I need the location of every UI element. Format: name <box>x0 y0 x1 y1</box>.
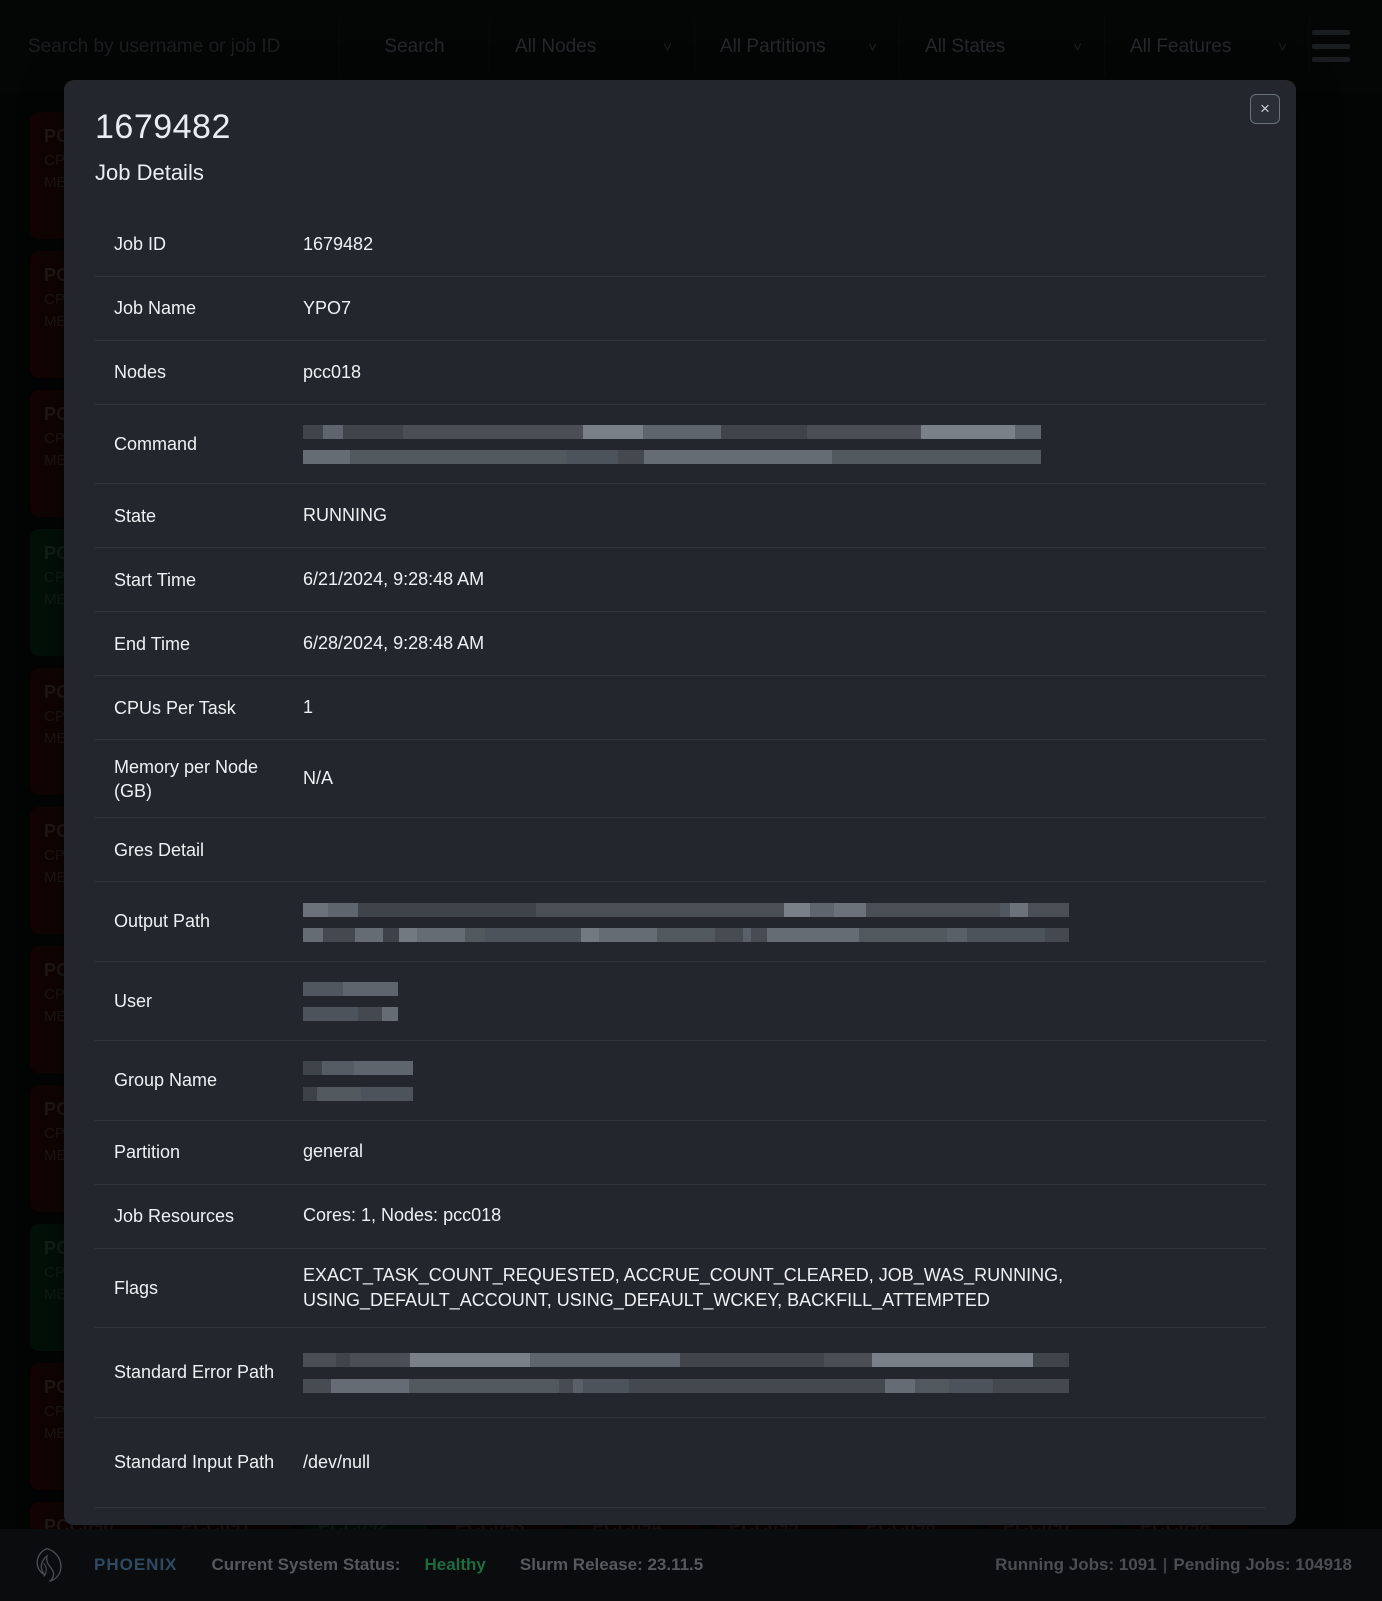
row-value: Cores: 1, Nodes: pcc018 <box>303 1205 502 1226</box>
row-label: Job ID <box>114 234 167 255</box>
footer-running-jobs: Running Jobs: 1091 <box>995 1555 1157 1574</box>
table-row: Command <box>95 405 1265 485</box>
row-label: Group Name <box>114 1070 218 1091</box>
row-label: Standard Input Path <box>114 1452 275 1473</box>
redaction-block <box>303 1347 1255 1397</box>
table-row: Nodes pcc018 <box>95 341 1265 405</box>
row-label: Job Name <box>114 298 197 319</box>
row-label: Start Time <box>114 569 197 590</box>
table-row: Memory per Node (GB) N/A <box>95 740 1265 819</box>
table-row: Flags EXACT_TASK_COUNT_REQUESTED, ACCRUE_… <box>95 1249 1265 1328</box>
table-row: State RUNNING <box>95 484 1265 549</box>
table-row: Standard Input Path/dev/null <box>95 1418 1265 1508</box>
row-value: pcc018 <box>303 361 362 382</box>
row-label: Output Path <box>114 911 211 932</box>
table-row: User <box>95 962 1265 1042</box>
page-title: 1679482 <box>95 108 231 146</box>
modal-subtitle: Job Details <box>95 160 204 185</box>
row-label: State <box>114 505 157 526</box>
job-details-table: Job ID 1679482 Job Name YPO7 Nodes pcc018 Comm… <box>95 213 1265 1508</box>
row-value: RUNNING <box>303 505 387 526</box>
row-value: 6/28/2024, 9:28:48 AM <box>303 633 485 654</box>
row-label: Job Resources <box>114 1205 235 1226</box>
app-root: PCC000CPUMEMPCC001CPUMEMPCC002CPUMEMPCC0… <box>0 0 1382 1601</box>
footer-brand: PHOENIX <box>94 1555 178 1574</box>
row-label: Gres Detail <box>114 839 205 860</box>
status-badge: Healthy <box>424 1555 486 1574</box>
row-value: 1 <box>303 697 314 718</box>
row-value: 6/21/2024, 9:28:48 AM <box>303 569 485 590</box>
row-value: YPO7 <box>303 297 352 318</box>
row-label: Nodes <box>114 362 167 383</box>
row-value: N/A <box>303 768 334 789</box>
row-value-redacted <box>285 1333 1265 1411</box>
row-value <box>285 836 1265 864</box>
row-label: End Time <box>114 633 191 654</box>
row-label: Standard Error Path <box>114 1362 275 1383</box>
row-value-redacted <box>285 1041 1265 1119</box>
table-row: Output Path <box>95 882 1265 962</box>
row-label: User <box>114 990 153 1011</box>
table-row: Gres Detail <box>95 818 1265 883</box>
redaction-block <box>303 976 1255 1026</box>
redaction-block <box>303 896 1255 946</box>
row-label: Flags <box>114 1277 159 1298</box>
table-row: Job ID 1679482 <box>95 213 1265 277</box>
footer-slurm-release: Slurm Release: 23.11.5 <box>519 1555 704 1574</box>
redaction-block <box>303 419 1255 469</box>
table-row: Job Name YPO7 <box>95 277 1265 341</box>
row-value: EXACT_TASK_COUNT_REQUESTED, ACCRUE_COUNT… <box>303 1264 1064 1310</box>
table-row: Group Name <box>95 1041 1265 1121</box>
status-footer: PHOENIX Current System Status: Healthy S… <box>0 1529 1382 1601</box>
row-value: /dev/null <box>303 1451 371 1472</box>
row-value: 1679482 <box>303 233 374 254</box>
table-row: Standard Error Path <box>95 1328 1265 1418</box>
table-row: Job Resources Cores: 1, Nodes: pcc018 <box>95 1185 1265 1249</box>
table-row: End Time 6/28/2024, 9:28:48 AM <box>95 612 1265 677</box>
table-row: Partition general <box>95 1121 1265 1185</box>
job-details-modal: × 1679482 Job Details Job ID 1679482 Job N… <box>64 80 1296 1525</box>
row-value-redacted <box>285 962 1265 1040</box>
row-label: Command <box>114 434 198 455</box>
redaction-block <box>303 1055 1255 1105</box>
row-label: Partition <box>114 1141 181 1162</box>
row-label: CPUs Per Task <box>114 697 236 718</box>
phoenix-bird-logo-icon <box>36 1547 62 1582</box>
table-row: CPUs Per Task 1 <box>95 676 1265 741</box>
close-icon[interactable]: × <box>1250 94 1280 124</box>
row-value: general <box>303 1141 364 1162</box>
row-label: Memory per Node (GB) <box>114 756 259 801</box>
footer-pending-jobs: Pending Jobs: 104918 <box>1173 1555 1352 1574</box>
table-row: Start Time 6/21/2024, 9:28:48 AM <box>95 548 1265 613</box>
row-value-redacted <box>285 405 1265 483</box>
footer-status-label: Current System Status: <box>211 1555 401 1574</box>
row-value-redacted <box>285 882 1265 960</box>
footer-separator: | <box>1162 1555 1168 1574</box>
